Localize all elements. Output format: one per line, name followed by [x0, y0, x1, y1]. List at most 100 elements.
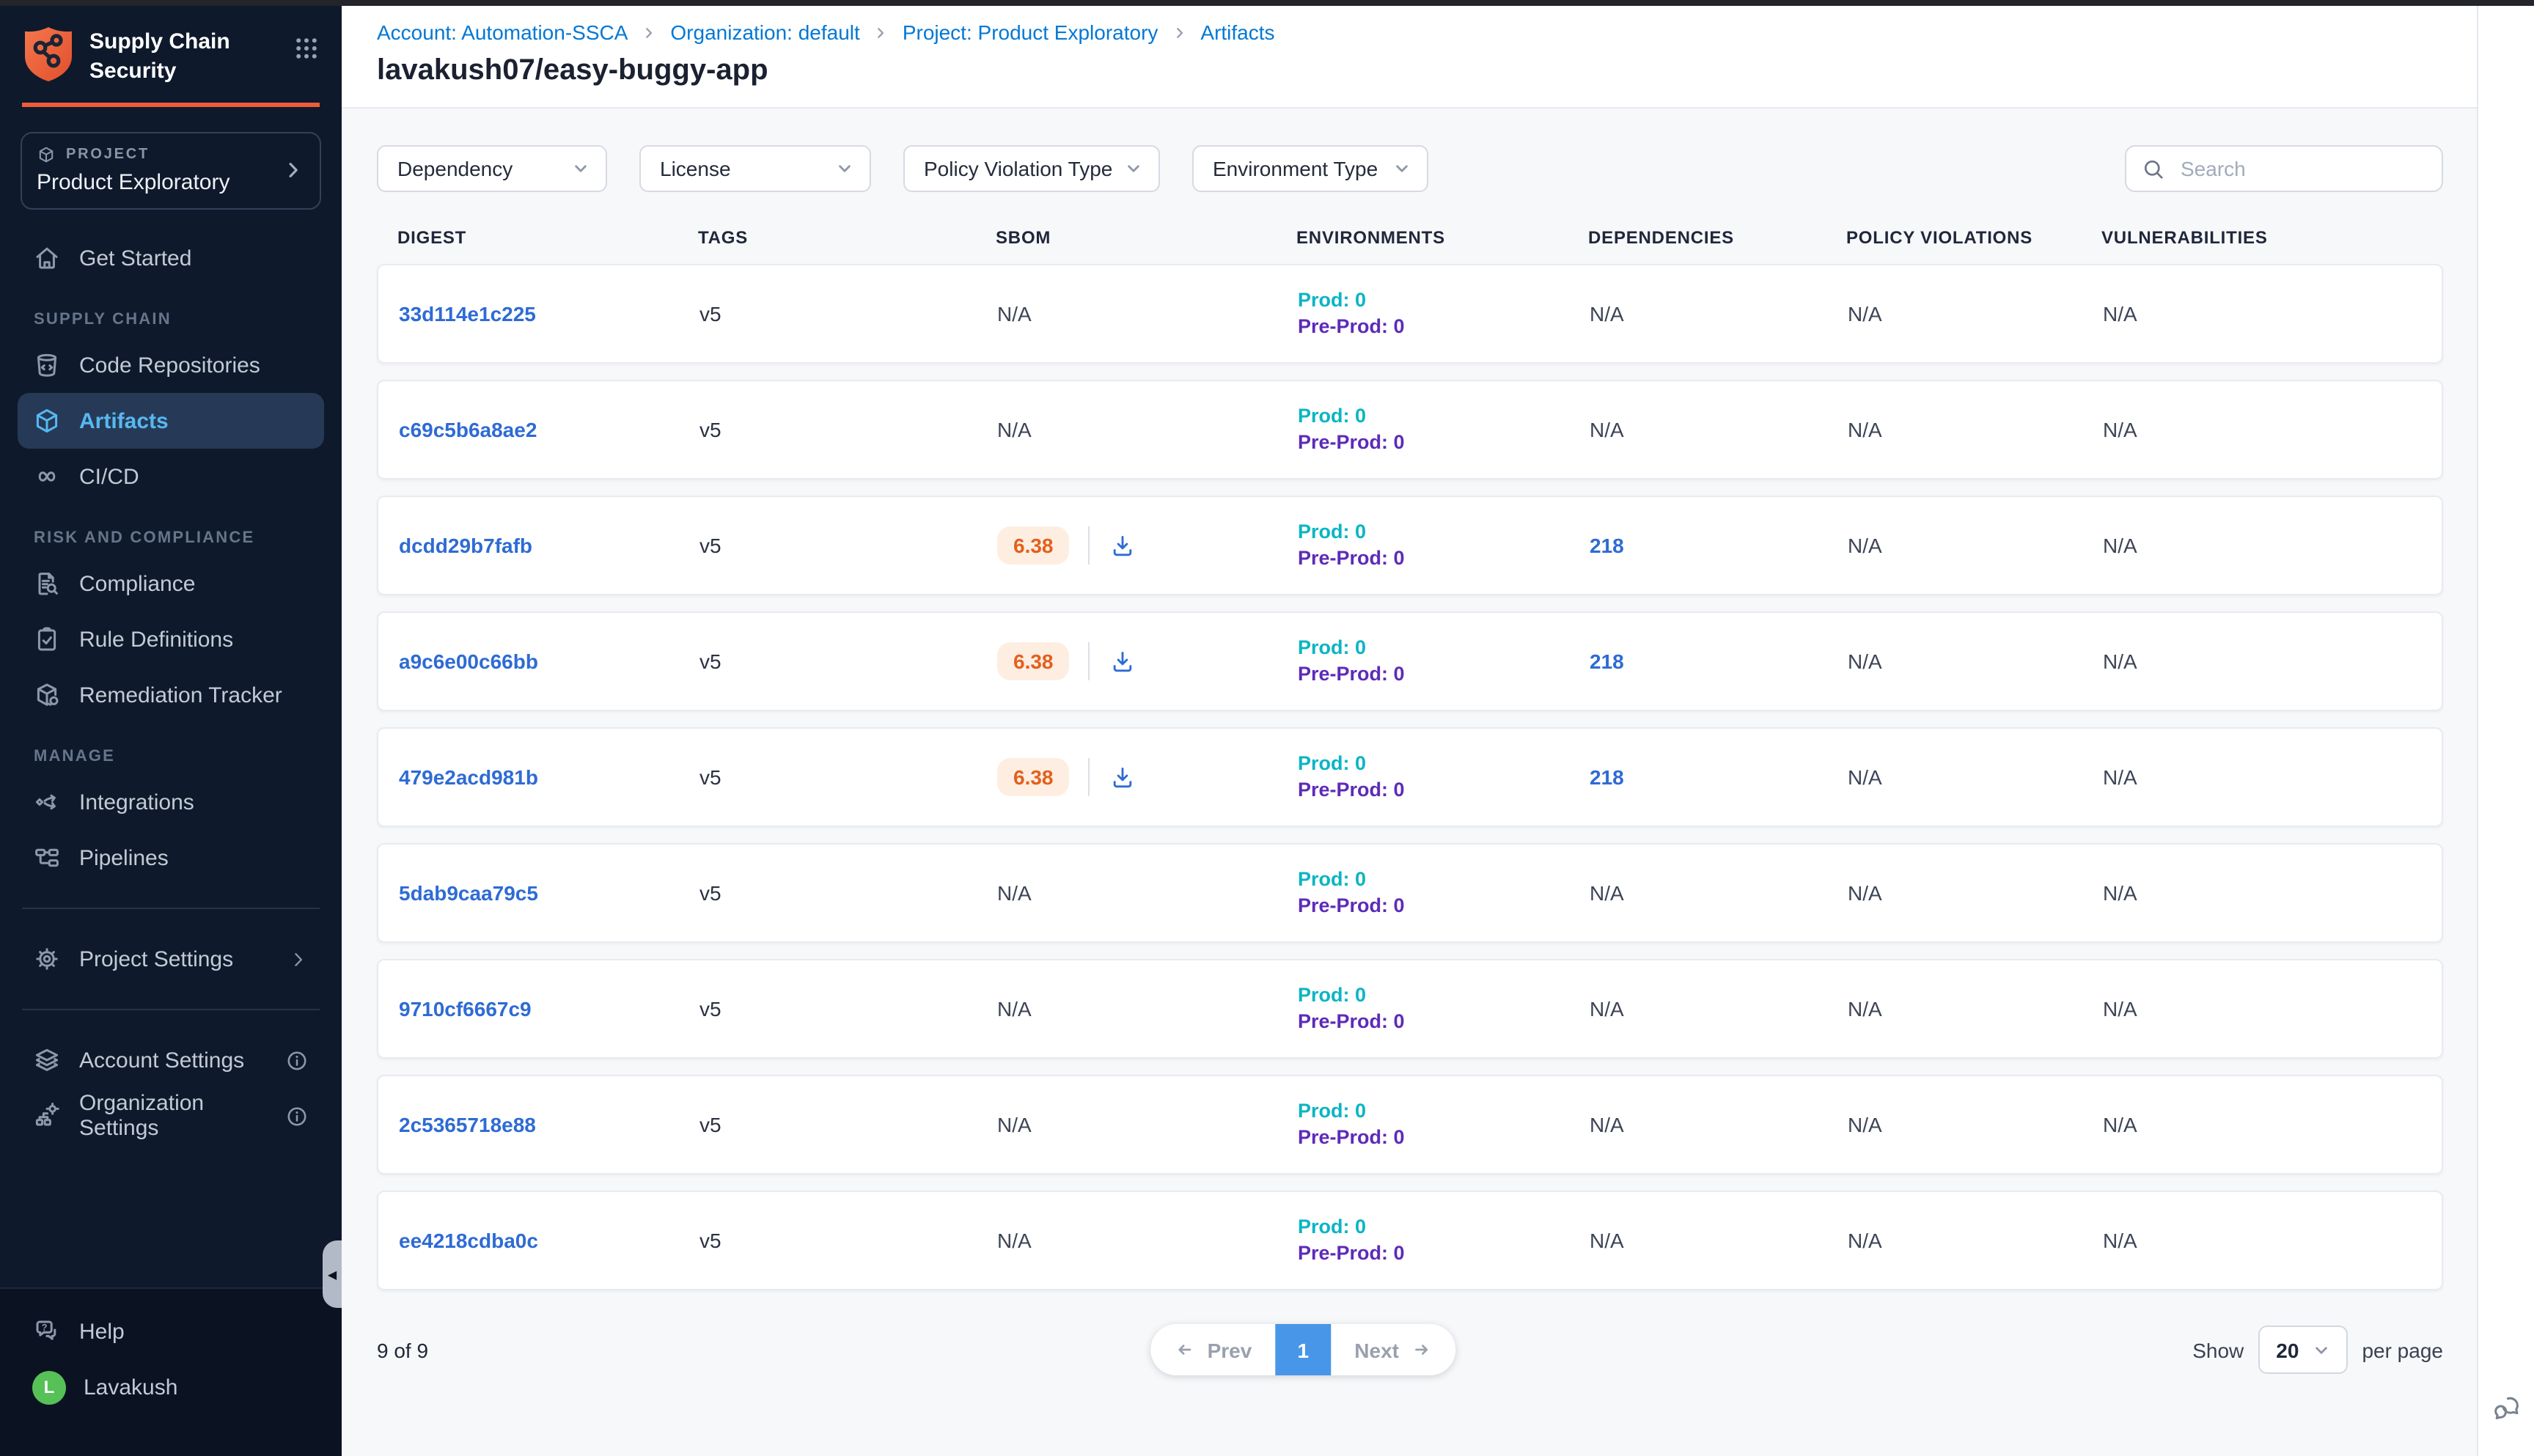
page-title: lavakush07/easy-buggy-app	[377, 54, 2443, 88]
sidebar-item-project-settings[interactable]: Project Settings	[18, 931, 324, 987]
project-label: PROJECT	[66, 147, 150, 163]
sidebar-header: Supply Chain Security	[0, 6, 342, 97]
artifacts-table: DIGESTTAGSSBOMENVIRONMENTSDEPENDENCIESPO…	[342, 227, 2478, 1306]
page-size-select[interactable]: 20	[2258, 1326, 2347, 1374]
na-value: N/A	[1590, 1229, 1624, 1252]
next-page-button[interactable]: Next	[1331, 1324, 1456, 1375]
help-label: Help	[79, 1319, 125, 1344]
search-input[interactable]	[2178, 155, 2427, 182]
sbom-cell: 6.38	[977, 642, 1277, 680]
chevron-down-icon	[836, 160, 853, 177]
info-icon	[284, 1048, 309, 1073]
page-header: Account: Automation-SSCA Organization: de…	[342, 6, 2478, 109]
digest-link[interactable]: dcdd29b7fafb	[399, 534, 532, 557]
digest-link[interactable]: 5dab9caa79c5	[399, 881, 538, 905]
pagination: Prev 1 Next	[1150, 1324, 1456, 1375]
prev-page-button[interactable]: Prev	[1150, 1324, 1276, 1375]
breadcrumb-link[interactable]: Account: Automation-SSCA	[377, 21, 628, 44]
sidebar-item-remediation-tracker[interactable]: Remediation Tracker	[18, 667, 324, 723]
vulnerabilities-cell: N/A	[2082, 650, 2442, 673]
digest-cell: a9c6e00c66bb	[378, 650, 679, 673]
sidebar-section-label: MANAGE	[34, 748, 324, 765]
dependencies-cell: N/A	[1569, 302, 1827, 326]
filter-group: Dependency License Policy Violation Type En…	[377, 145, 1428, 192]
project-selector[interactable]: PROJECT Product Exploratory	[21, 132, 321, 210]
sidebar-user[interactable]: L Lavakush	[18, 1359, 324, 1415]
sidebar-collapse-handle[interactable]: ◀	[323, 1240, 342, 1308]
digest-cell: 9710cf6667c9	[378, 997, 679, 1021]
digest-cell: 33d114e1c225	[378, 302, 679, 326]
digest-link[interactable]: 9710cf6667c9	[399, 997, 532, 1021]
chevron-down-icon	[572, 160, 590, 177]
na-value: N/A	[2103, 1113, 2137, 1136]
chevron-down-icon	[1393, 160, 1411, 177]
sidebar-item-pipelines[interactable]: Pipelines	[18, 830, 324, 886]
feedback-chat-icon[interactable]	[2489, 1389, 2524, 1424]
dependencies-cell: N/A	[1569, 418, 1827, 441]
pipelines-icon	[32, 843, 62, 872]
search-box[interactable]	[2125, 145, 2443, 192]
download-icon[interactable]	[1109, 647, 1137, 675]
table-footer: 9 of 9 Prev 1 Next	[342, 1306, 2478, 1374]
digest-link[interactable]: 2c5365718e88	[399, 1113, 536, 1136]
environments-cell: Prod: 0Pre-Prod: 0	[1277, 287, 1569, 340]
digest-link[interactable]: 479e2acd981b	[399, 765, 538, 789]
tag-value: v5	[699, 650, 721, 673]
tag-value: v5	[699, 765, 721, 789]
app-grid-icon[interactable]	[292, 25, 321, 63]
sbom-cell: 6.38	[977, 526, 1277, 565]
policy-violations-cell: N/A	[1827, 881, 2082, 905]
sidebar-item-get-started[interactable]: Get Started	[18, 230, 324, 286]
column-header-dependencies: DEPENDENCIES	[1568, 227, 1826, 248]
na-value: N/A	[1590, 302, 1624, 326]
digest-link[interactable]: 33d114e1c225	[399, 302, 536, 326]
sidebar-item-label: Remediation Tracker	[79, 683, 282, 707]
environments-cell: Prod: 0Pre-Prod: 0	[1277, 1214, 1569, 1267]
download-icon[interactable]	[1109, 532, 1137, 559]
dependencies-link[interactable]: 218	[1590, 650, 1624, 673]
filter-dropdown-environment-type[interactable]: Environment Type	[1192, 145, 1428, 192]
filter-dropdown-policy-violation-type[interactable]: Policy Violation Type	[903, 145, 1160, 192]
na-value: N/A	[1848, 1229, 1882, 1252]
sidebar-item-artifacts[interactable]: Artifacts	[18, 393, 324, 449]
sidebar-item-rule-definitions[interactable]: Rule Definitions	[18, 611, 324, 667]
sidebar-item-compliance[interactable]: Compliance	[18, 556, 324, 611]
filter-dropdown-dependency[interactable]: Dependency	[377, 145, 607, 192]
policy-violations-cell: N/A	[1827, 302, 2082, 326]
digest-link[interactable]: c69c5b6a8ae2	[399, 418, 537, 441]
policy-violations-cell: N/A	[1827, 650, 2082, 673]
prod-count: Prod: 0	[1298, 635, 1569, 661]
breadcrumb-link[interactable]: Project: Product Exploratory	[903, 21, 1158, 44]
table-row: 33d114e1c225v5N/AProd: 0Pre-Prod: 0N/AN/…	[377, 264, 2443, 364]
sidebar-item-account-settings[interactable]: Account Settings	[18, 1032, 324, 1088]
digest-cell: ee4218cdba0c	[378, 1229, 679, 1252]
column-header-vulnerabilities: VULNERABILITIES	[2081, 227, 2443, 248]
sidebar-item-ci-cd[interactable]: CI/CD	[18, 449, 324, 504]
dependencies-link[interactable]: 218	[1590, 765, 1624, 789]
dependencies-cell: 218	[1569, 650, 1827, 673]
policy-violations-cell: N/A	[1827, 418, 2082, 441]
project-name: Product Exploratory	[37, 170, 229, 195]
breadcrumb-link[interactable]: Artifacts	[1200, 21, 1274, 44]
download-icon[interactable]	[1109, 763, 1137, 791]
tags-cell: v5	[679, 997, 977, 1021]
sbom-cell: N/A	[977, 997, 1277, 1021]
na-value: N/A	[997, 881, 1032, 905]
sidebar-item-organization-settings[interactable]: Organization Settings	[18, 1088, 324, 1144]
current-page-button[interactable]: 1	[1275, 1324, 1331, 1375]
digest-cell: 5dab9caa79c5	[378, 881, 679, 905]
tags-cell: v5	[679, 302, 977, 326]
digest-cell: c69c5b6a8ae2	[378, 418, 679, 441]
digest-link[interactable]: a9c6e00c66bb	[399, 650, 538, 673]
tag-value: v5	[699, 881, 721, 905]
filter-dropdown-license[interactable]: License	[639, 145, 871, 192]
breadcrumb-link[interactable]: Organization: default	[670, 21, 859, 44]
sidebar-item-help[interactable]: ? Help	[18, 1304, 324, 1359]
sidebar-item-code-repositories[interactable]: Code Repositories	[18, 337, 324, 393]
digest-link[interactable]: ee4218cdba0c	[399, 1229, 538, 1252]
table-row: 5dab9caa79c5v5N/AProd: 0Pre-Prod: 0N/AN/…	[377, 843, 2443, 943]
dependencies-link[interactable]: 218	[1590, 534, 1624, 557]
column-header-digest: DIGEST	[377, 227, 677, 248]
dependencies-cell: 218	[1569, 534, 1827, 557]
sidebar-item-integrations[interactable]: Integrations	[18, 774, 324, 830]
